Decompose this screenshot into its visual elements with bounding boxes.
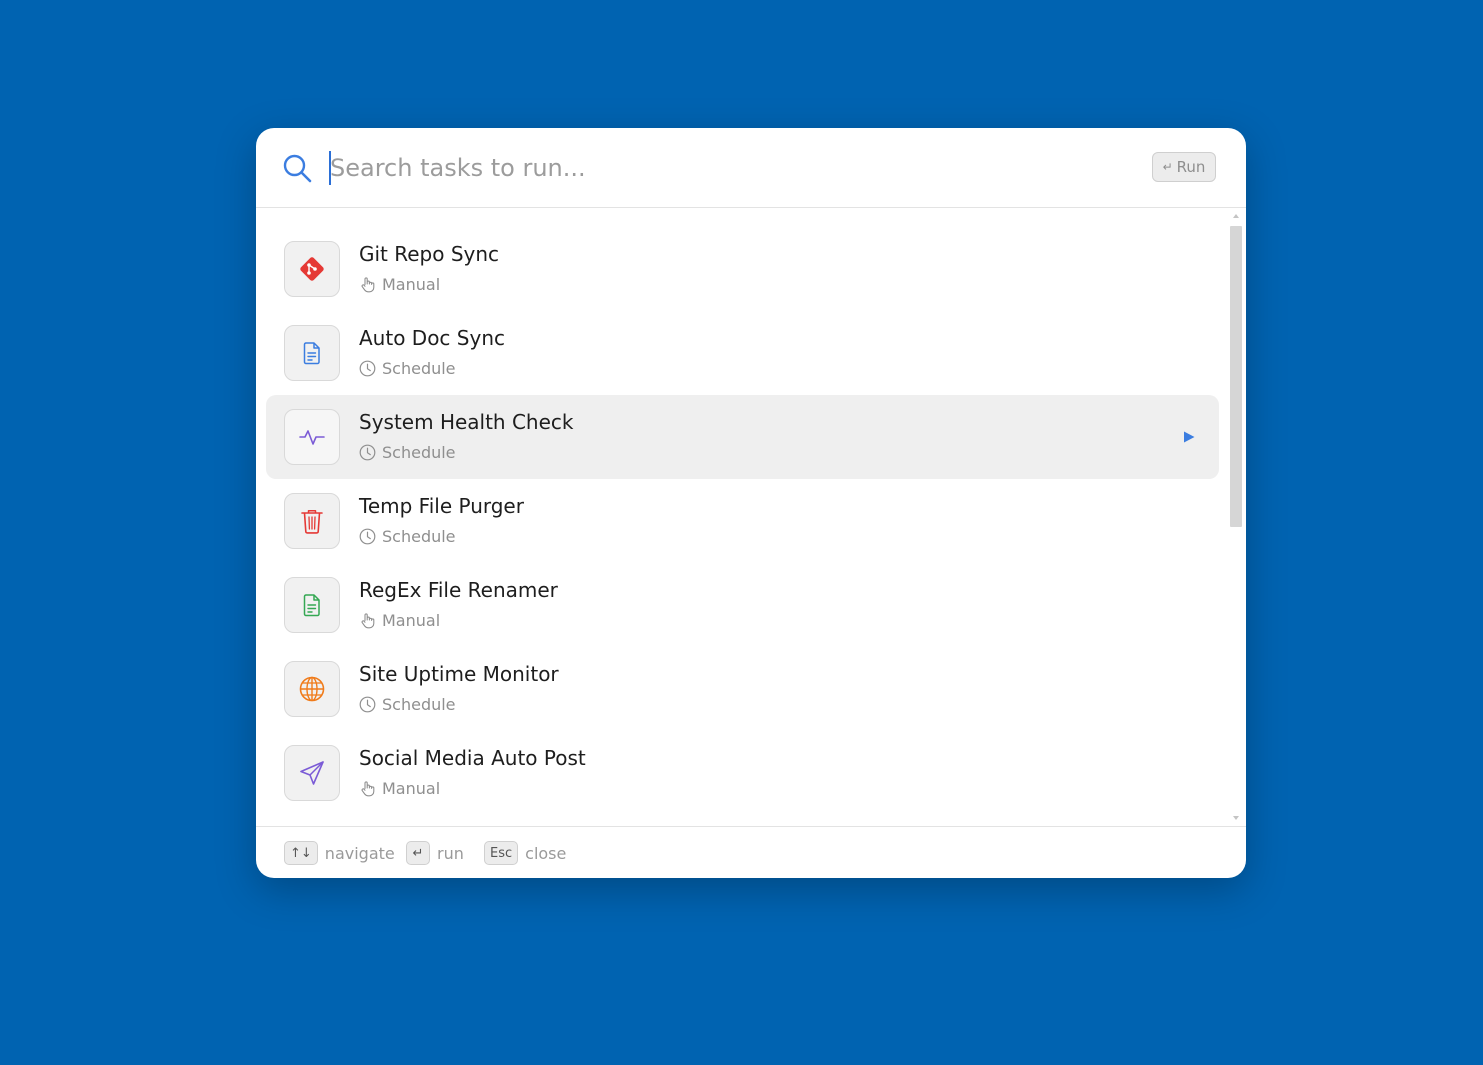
scroll-down-arrow[interactable] — [1233, 816, 1239, 820]
clock-icon — [359, 696, 376, 712]
hand-pointer-icon — [361, 276, 375, 292]
clock-icon — [359, 444, 376, 460]
clock-icon — [359, 360, 376, 376]
task-trigger-label: Schedule — [382, 694, 456, 714]
task-item-system-health-check[interactable]: System Health Check Schedule — [266, 395, 1219, 479]
task-trigger: Manual — [359, 274, 440, 294]
task-item-regex-file-renamer[interactable]: RegEx File Renamer Manual — [266, 563, 1219, 647]
hand-pointer-icon — [361, 780, 375, 796]
task-title: Site Uptime Monitor — [359, 662, 559, 686]
shortcut-footer: ↑↓ navigate ↵ run Esc close — [256, 826, 1246, 878]
run-badge-label: Run — [1176, 158, 1206, 176]
git-icon — [300, 257, 324, 281]
scroll-up-arrow[interactable] — [1233, 214, 1239, 218]
scrollbar[interactable] — [1229, 212, 1243, 822]
task-trigger-label: Manual — [382, 778, 441, 798]
file-text-icon — [303, 594, 320, 617]
play-icon[interactable] — [1182, 430, 1196, 444]
navigate-key: ↑↓ — [284, 841, 318, 865]
task-item-temp-file-purger[interactable]: Temp File Purger Schedule — [266, 479, 1219, 563]
run-label: run — [437, 843, 464, 863]
trash-icon — [301, 510, 323, 534]
task-item-social-media-auto-post[interactable]: Social Media Auto Post Manual — [266, 731, 1219, 815]
search-input[interactable] — [330, 148, 1110, 188]
task-trigger: Manual — [359, 778, 440, 798]
task-title: System Health Check — [359, 410, 574, 434]
document-icon — [303, 342, 320, 365]
send-icon — [300, 761, 324, 785]
task-trigger: Manual — [359, 610, 440, 630]
task-item-site-uptime-monitor[interactable]: Site Uptime Monitor Schedule — [266, 647, 1219, 731]
task-trigger: Schedule — [359, 694, 456, 714]
command-palette: ↵ Run Git Repo Sync Man — [256, 128, 1246, 878]
task-title: RegEx File Renamer — [359, 578, 558, 602]
task-icon-box — [284, 241, 340, 297]
close-hint: Esc close — [484, 841, 566, 865]
task-title: Auto Doc Sync — [359, 326, 505, 350]
navigate-hint: ↑↓ navigate — [284, 841, 395, 865]
task-icon-box — [284, 325, 340, 381]
text-cursor — [329, 151, 331, 185]
task-item-auto-doc-sync[interactable]: Auto Doc Sync Schedule — [266, 311, 1219, 395]
task-title: Social Media Auto Post — [359, 746, 586, 770]
run-key: ↵ — [406, 841, 430, 865]
task-icon-box — [284, 493, 340, 549]
close-label: close — [525, 843, 567, 863]
task-trigger-label: Manual — [382, 274, 441, 294]
activity-icon — [299, 430, 325, 445]
task-trigger-label: Schedule — [382, 526, 456, 546]
task-trigger: Schedule — [359, 358, 456, 378]
task-trigger-label: Schedule — [382, 442, 456, 462]
task-trigger: Schedule — [359, 442, 456, 462]
scrollbar-thumb[interactable] — [1230, 226, 1242, 527]
task-icon-box — [284, 661, 340, 717]
search-bar: ↵ Run — [256, 128, 1246, 208]
run-shortcut-badge[interactable]: ↵ Run — [1152, 152, 1216, 182]
navigate-label: navigate — [324, 843, 395, 863]
task-trigger: Schedule — [359, 526, 456, 546]
task-icon-box — [284, 745, 340, 801]
hand-pointer-icon — [361, 612, 375, 628]
task-item-partial[interactable] — [266, 815, 1219, 826]
globe-icon — [299, 676, 325, 702]
enter-key-glyph: ↵ — [1162, 160, 1173, 174]
esc-key: Esc — [484, 841, 519, 865]
task-icon-box — [284, 577, 340, 633]
task-item-git-repo-sync[interactable]: Git Repo Sync Manual — [266, 227, 1219, 311]
task-title: Git Repo Sync — [359, 242, 500, 266]
task-trigger-label: Manual — [382, 610, 441, 630]
task-icon-box — [284, 409, 340, 465]
task-trigger-label: Schedule — [382, 358, 456, 378]
task-title: Temp File Purger — [359, 494, 524, 518]
run-hint: ↵ run — [406, 841, 464, 865]
search-icon — [283, 154, 312, 183]
clock-icon — [359, 528, 376, 544]
task-list: Git Repo Sync Manual Auto Doc Sync Sched… — [256, 208, 1246, 826]
